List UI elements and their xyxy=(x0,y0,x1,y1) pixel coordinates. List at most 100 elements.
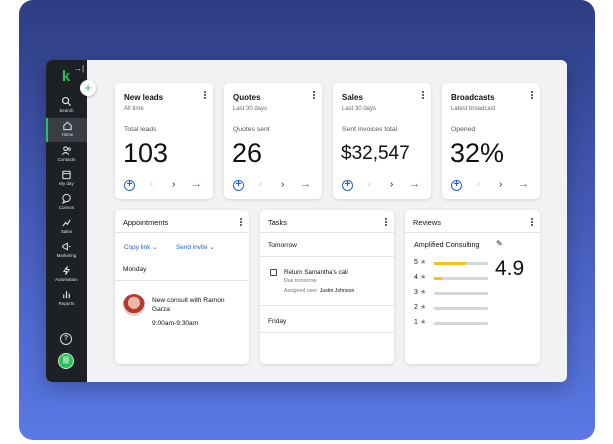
business-name: Amplified Consulting xyxy=(414,240,480,249)
rating-bar-fill xyxy=(434,262,467,265)
card-controls: + ‹ › → xyxy=(233,178,317,193)
help-icon[interactable]: ? xyxy=(60,333,72,345)
sidebar-item-marketing[interactable]: Marketing xyxy=(46,239,87,263)
event-title[interactable]: New consult with Ramon Garza xyxy=(152,296,242,314)
average-rating: 4.9 xyxy=(495,257,525,280)
sidebar-item-convos[interactable]: Convos xyxy=(46,191,87,215)
sidebar-item-label: Automation xyxy=(55,277,78,282)
add-icon[interactable]: + xyxy=(233,180,244,191)
edit-icon[interactable]: ✎ xyxy=(496,239,503,248)
event-time: 9:00am-9:30am xyxy=(152,320,199,327)
assigned-label: Assigned user: xyxy=(284,288,319,294)
add-icon[interactable]: + xyxy=(451,180,462,191)
send-invite-label: Send invite xyxy=(176,244,208,251)
task-assigned: Assigned user: Justin Johnson xyxy=(284,288,354,294)
rating-bar xyxy=(434,262,488,265)
sidebar-item-label: Reports xyxy=(58,301,75,306)
day-label: Monday xyxy=(123,266,147,273)
megaphone-icon xyxy=(62,242,71,251)
sidebar-item-label: Contacts xyxy=(57,157,76,162)
rating-bar-fill xyxy=(434,277,443,280)
chevron-left-icon[interactable]: ‹ xyxy=(477,179,480,190)
divider xyxy=(405,232,540,233)
divider xyxy=(260,232,394,233)
chevron-right-icon[interactable]: › xyxy=(390,179,393,190)
search-icon xyxy=(61,96,72,107)
add-icon[interactable]: + xyxy=(342,180,353,191)
card-subtitle: Last 30 days xyxy=(233,106,268,112)
copy-link-button[interactable]: Copy link ⌄ xyxy=(124,243,157,251)
group-friday: Friday xyxy=(268,318,287,325)
user-avatar[interactable]: ||| xyxy=(58,353,74,369)
rating-bar xyxy=(434,322,488,325)
sidebar-item-contacts[interactable]: Contacts xyxy=(46,143,87,167)
logo: k xyxy=(61,68,71,85)
sidebar: k →| Search Home Contacts My day Convos … xyxy=(46,60,87,382)
arrow-right-icon[interactable]: → xyxy=(300,178,311,190)
card-controls: + ‹ › → xyxy=(451,178,535,193)
card-title: Reviews xyxy=(413,218,441,227)
rating-bar xyxy=(434,292,488,295)
arrow-right-icon[interactable]: → xyxy=(409,178,420,190)
sidebar-item-automation[interactable]: Automation xyxy=(46,263,87,287)
stat-value: $32,547 xyxy=(341,143,410,164)
stat-card-new-leads: New leads All time Total leads 103 + ‹ ›… xyxy=(115,83,213,199)
sidebar-item-reports[interactable]: Reports xyxy=(46,287,87,311)
task-title[interactable]: Return Samantha's call xyxy=(284,269,348,276)
card-controls: + ‹ › → xyxy=(342,178,426,193)
chevron-left-icon[interactable]: ‹ xyxy=(150,179,153,190)
sidebar-item-sales[interactable]: Sales xyxy=(46,215,87,239)
sidebar-item-label: My day xyxy=(59,181,74,186)
rating-star-number: 2 xyxy=(414,304,418,311)
stat-label: Opened xyxy=(451,126,476,133)
stat-label: Quotes sent xyxy=(233,126,270,133)
task-due: Due tomorrow xyxy=(284,278,317,284)
star-icon: ★ xyxy=(420,289,427,296)
stat-label: Total leads xyxy=(124,126,157,133)
tasks-card: Tasks Tomorrow Return Samantha's call Du… xyxy=(260,210,394,364)
group-tomorrow: Tomorrow xyxy=(268,242,297,249)
card-subtitle: Last 30 days xyxy=(342,106,377,112)
more-options-icon[interactable] xyxy=(313,91,316,101)
rating-star-number: 1 xyxy=(414,319,418,326)
card-title: Appointments xyxy=(123,218,169,227)
stat-value: 32% xyxy=(450,138,505,168)
arrow-right-icon[interactable]: → xyxy=(518,178,529,190)
rating-row: 4 ★ xyxy=(414,274,494,282)
task-checkbox[interactable] xyxy=(270,269,277,276)
chevron-right-icon[interactable]: › xyxy=(499,179,502,190)
more-options-icon[interactable] xyxy=(422,91,425,101)
divider xyxy=(115,232,249,233)
card-title: Tasks xyxy=(268,218,287,227)
chevron-right-icon[interactable]: › xyxy=(172,179,175,190)
chevron-left-icon[interactable]: ‹ xyxy=(368,179,371,190)
divider xyxy=(260,256,394,257)
sidebar-item-label: Search xyxy=(59,108,74,113)
chevron-left-icon[interactable]: ‹ xyxy=(259,179,262,190)
rating-row: 3 ★ xyxy=(414,289,494,297)
more-options-icon[interactable] xyxy=(240,218,243,228)
more-options-icon[interactable] xyxy=(531,91,534,101)
rating-bar xyxy=(434,277,488,280)
card-title: Quotes xyxy=(233,93,261,102)
card-title: New leads xyxy=(124,93,164,102)
more-options-icon[interactable] xyxy=(204,91,207,101)
add-icon[interactable]: + xyxy=(124,180,135,191)
star-icon: ★ xyxy=(420,304,427,311)
arrow-right-icon[interactable]: → xyxy=(191,178,202,190)
quick-add-button[interactable]: + xyxy=(80,80,96,96)
divider xyxy=(115,280,249,281)
more-options-icon[interactable] xyxy=(531,218,534,228)
sidebar-item-search[interactable]: Search xyxy=(46,94,87,118)
more-options-icon[interactable] xyxy=(385,218,388,228)
send-invite-button[interactable]: Send invite ⌄ xyxy=(176,243,215,251)
stat-card-quotes: Quotes Last 30 days Quotes sent 26 + ‹ ›… xyxy=(224,83,322,199)
card-title: Sales xyxy=(342,93,363,102)
contacts-icon xyxy=(61,146,71,155)
chevron-right-icon[interactable]: › xyxy=(281,179,284,190)
app-window: k →| Search Home Contacts My day Convos … xyxy=(46,60,567,382)
rating-row: 5 ★ xyxy=(414,259,494,267)
sidebar-item-my-day[interactable]: My day xyxy=(46,167,87,191)
sidebar-item-home[interactable]: Home xyxy=(46,118,87,142)
collapse-sidebar-icon[interactable]: →| xyxy=(74,64,84,73)
